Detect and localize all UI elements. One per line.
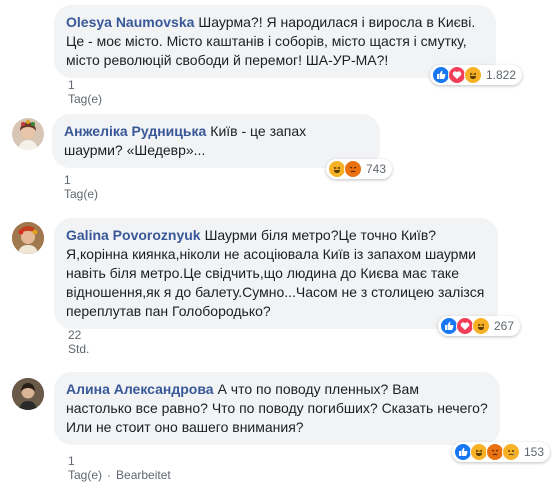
reaction-count: 1.822	[486, 68, 517, 82]
comment-timestamp[interactable]: 22 Std.	[68, 328, 89, 356]
avatar[interactable]	[12, 378, 44, 410]
reaction-count: 267	[494, 319, 515, 333]
comment-author[interactable]: Olesya Naumovska	[66, 14, 194, 30]
comment-author[interactable]: Galina Povoroznyuk	[66, 227, 201, 243]
reaction-summary[interactable]: 1.822	[430, 65, 523, 85]
comment-author[interactable]: Анжеліка Рудницька	[64, 123, 206, 139]
comment-timestamp[interactable]: 1 Tag(e)	[68, 78, 102, 106]
sad-icon	[502, 443, 520, 461]
comment-meta: 1 Tag(e)	[68, 78, 102, 106]
haha-icon	[464, 66, 482, 84]
comment-author[interactable]: Алина Александрова	[66, 381, 214, 397]
avatar[interactable]	[12, 118, 44, 150]
meta-separator: ·	[107, 468, 112, 482]
reaction-summary[interactable]: 743	[326, 159, 393, 179]
reaction-count: 153	[524, 445, 545, 459]
comment-bubble: Алина Александрова А что по поводу пленны…	[54, 372, 500, 445]
edited-label: Bearbeitet	[116, 468, 171, 482]
comment-meta: 1 Tag(e) · Bearbeitet	[68, 454, 171, 482]
reaction-summary[interactable]: 267	[438, 316, 521, 336]
comment-bubble: Galina Povoroznyuk Шаурми біля метро?Це т…	[54, 218, 498, 329]
reaction-count: 743	[366, 162, 387, 176]
comment-meta: 1 Tag(e)	[64, 173, 98, 201]
comment-timestamp[interactable]: 1 Tag(e)	[68, 454, 102, 482]
comment-timestamp[interactable]: 1 Tag(e)	[64, 173, 98, 201]
haha-icon	[472, 317, 490, 335]
comment-bubble: Olesya Naumovska Шаурма?! Я народилася і …	[54, 5, 496, 78]
reaction-summary[interactable]: 153	[452, 442, 551, 462]
angry-icon	[344, 160, 362, 178]
comment-meta: 22 Std.	[68, 328, 89, 356]
avatar[interactable]	[12, 222, 44, 254]
